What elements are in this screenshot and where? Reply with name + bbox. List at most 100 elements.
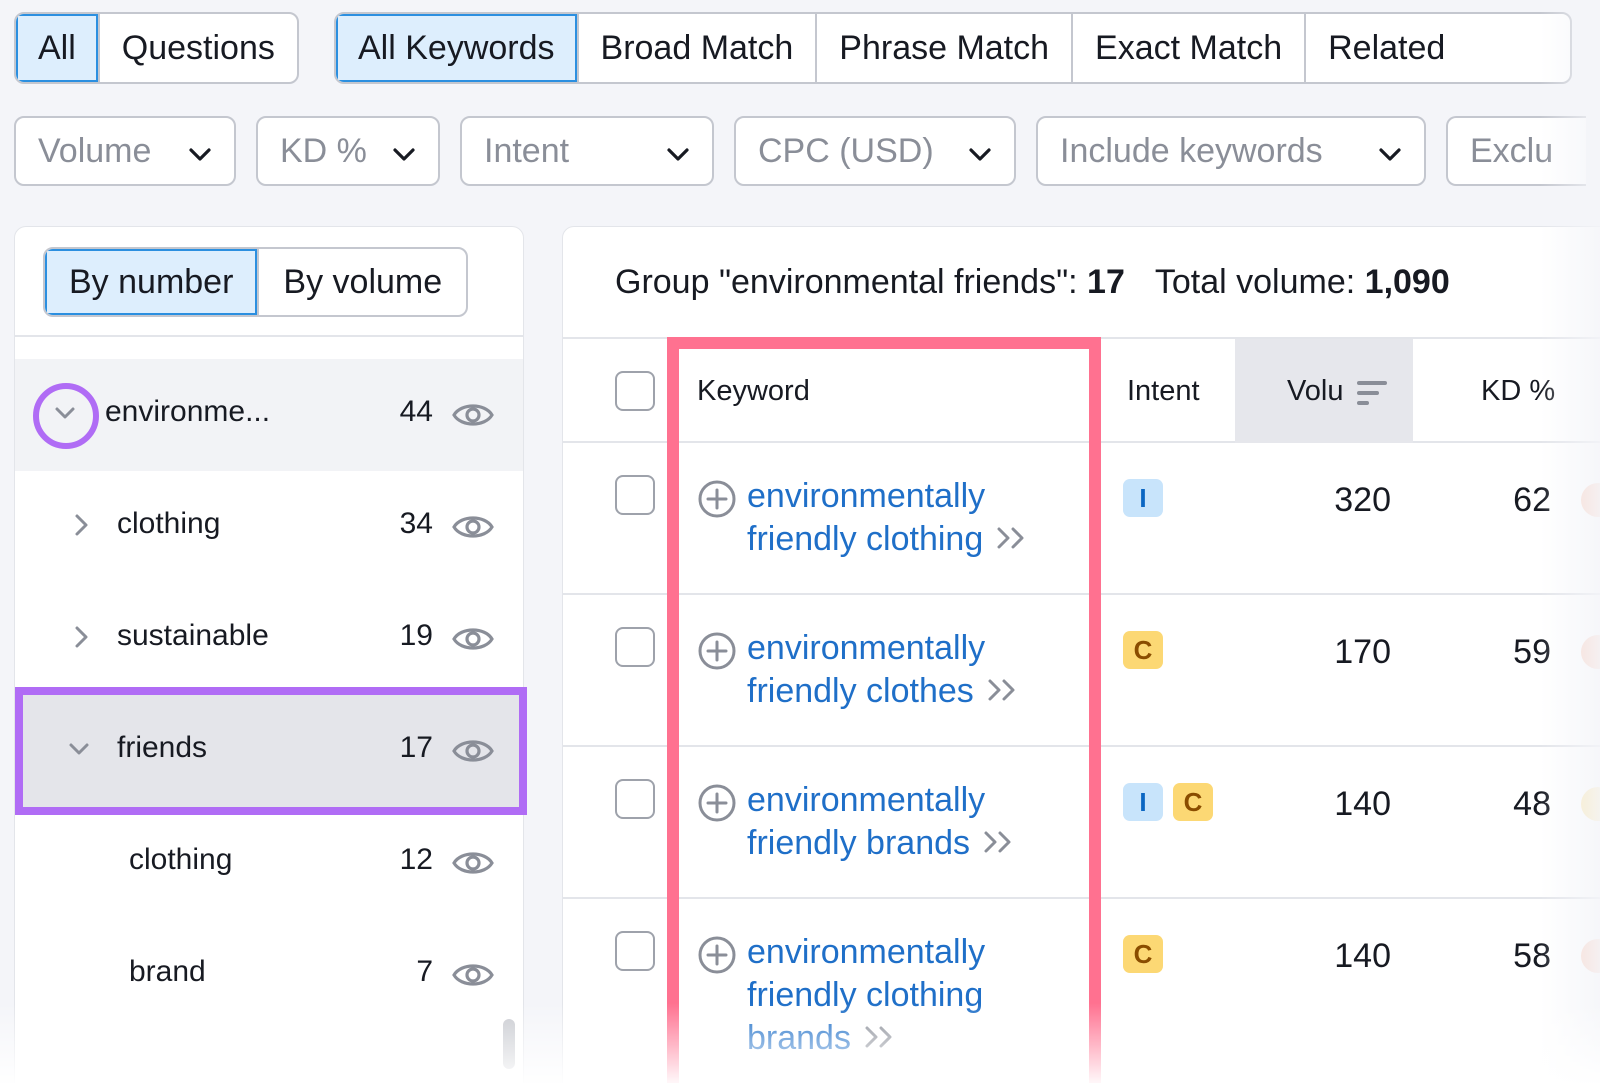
keyword-link[interactable]: environmentally friendly clothing: [747, 475, 1047, 561]
row-checkbox[interactable]: [615, 627, 655, 667]
eye-icon[interactable]: [451, 729, 495, 773]
volume-value: 170: [1334, 633, 1391, 671]
row-checkbox[interactable]: [615, 779, 655, 819]
volume-value: 320: [1334, 481, 1391, 519]
chevron-down-icon: [969, 148, 991, 161]
kd-value: 58: [1513, 937, 1551, 975]
volume-value: 140: [1334, 937, 1391, 975]
keyword-groups-panel: By number By volume environme... 44 clot…: [14, 226, 527, 1083]
intent-badge-commercial: C: [1123, 631, 1163, 669]
tab-phrase-match[interactable]: Phrase Match: [817, 14, 1074, 82]
double-chevron-icon[interactable]: [995, 524, 1029, 552]
eye-icon[interactable]: [451, 841, 495, 885]
tab-all[interactable]: All: [16, 14, 100, 82]
intent-badges: I: [1123, 479, 1163, 517]
group-row-friends-brand[interactable]: brand 7: [15, 919, 523, 1031]
table-row: environmentally friendly clothing I 320 …: [563, 443, 1600, 595]
group-keyword-count: 17: [1087, 263, 1125, 301]
keyword-link[interactable]: environmentally friendly clothing brands: [747, 931, 1047, 1060]
group-count: 17: [399, 731, 433, 764]
intent-filter-label: Intent: [484, 131, 570, 170]
sort-icon[interactable]: [1357, 379, 1389, 407]
eye-icon[interactable]: [451, 505, 495, 549]
include-keywords-filter[interactable]: Include keywords: [1036, 116, 1426, 186]
total-volume-label: Total volume:: [1154, 263, 1356, 301]
exclude-keywords-filter[interactable]: Exclu: [1446, 116, 1586, 186]
eye-icon[interactable]: [451, 953, 495, 997]
group-label: clothing: [117, 507, 221, 540]
keyword-link[interactable]: environmentally friendly brands: [747, 779, 1047, 865]
intent-badge-informational: I: [1123, 479, 1163, 517]
eye-icon[interactable]: [451, 617, 495, 661]
kd-column-header[interactable]: KD %: [1481, 375, 1555, 408]
divider: [15, 335, 523, 337]
table-header: Keyword Intent Volu KD %: [563, 337, 1600, 443]
tab-questions[interactable]: Questions: [100, 14, 297, 82]
group-row-root[interactable]: environme... 44: [15, 359, 523, 471]
kd-difficulty-dot: [1581, 635, 1600, 669]
kd-difficulty-dot: [1581, 939, 1600, 973]
intent-filter[interactable]: Intent: [460, 116, 714, 186]
volume-column-header[interactable]: Volu: [1287, 375, 1343, 408]
group-count: 12: [399, 843, 433, 876]
exclude-keywords-label: Exclu: [1470, 131, 1554, 170]
keyword-text[interactable]: environmentally friendly brands: [747, 781, 985, 862]
plus-circle-icon[interactable]: [697, 935, 737, 975]
group-label: friends: [117, 731, 208, 764]
double-chevron-icon[interactable]: [986, 676, 1020, 704]
intent-badge-commercial: C: [1123, 935, 1163, 973]
group-row-clothing[interactable]: clothing 34: [15, 471, 523, 583]
group-label: brand: [129, 955, 206, 988]
group-sort-toggle: By number By volume: [43, 247, 469, 317]
intent-column-header[interactable]: Intent: [1127, 375, 1200, 408]
tab-related[interactable]: Related: [1306, 14, 1467, 82]
kd-filter[interactable]: KD %: [256, 116, 440, 186]
keyword-table-panel: Group "environmental friends": 17 Total v…: [562, 226, 1600, 1083]
chevron-right-icon[interactable]: [67, 511, 95, 539]
eye-icon[interactable]: [451, 393, 495, 437]
scrollbar-thumb[interactable]: [503, 1019, 515, 1069]
double-chevron-icon[interactable]: [863, 1023, 897, 1051]
kd-value: 48: [1513, 785, 1551, 823]
group-count: 19: [399, 619, 433, 652]
keyword-link[interactable]: environmentally friendly clothes: [747, 627, 1047, 713]
group-row-friends-clothing[interactable]: clothing 12: [15, 807, 523, 919]
kd-value: 59: [1513, 633, 1551, 671]
collapse-highlight-circle: [33, 383, 99, 449]
sort-by-volume[interactable]: By volume: [259, 249, 466, 315]
double-chevron-icon[interactable]: [982, 828, 1016, 856]
chevron-down-icon[interactable]: [65, 735, 93, 763]
plus-circle-icon[interactable]: [697, 479, 737, 519]
keyword-text[interactable]: environmentally friendly clothing: [747, 477, 985, 558]
row-checkbox[interactable]: [615, 931, 655, 971]
group-row-sustainable[interactable]: sustainable 19: [15, 583, 523, 695]
intent-badges: C: [1123, 631, 1163, 669]
group-label: clothing: [129, 843, 233, 876]
sort-by-number[interactable]: By number: [45, 249, 260, 315]
volume-filter[interactable]: Volume: [14, 116, 236, 186]
row-checkbox[interactable]: [615, 475, 655, 515]
match-type-tabs: All Keywords Broad Match Phrase Match Ex…: [334, 12, 1572, 84]
chevron-right-icon[interactable]: [67, 623, 95, 651]
chevron-down-icon: [189, 148, 211, 161]
keyword-text[interactable]: environmentally friendly clothes: [747, 629, 985, 710]
plus-circle-icon[interactable]: [697, 783, 737, 823]
plus-circle-icon[interactable]: [697, 631, 737, 671]
tab-all-keywords[interactable]: All Keywords: [336, 14, 579, 82]
group-label: environme...: [105, 395, 271, 428]
cpc-filter-label: CPC (USD): [758, 131, 934, 170]
chevron-down-icon: [393, 148, 415, 161]
cpc-filter[interactable]: CPC (USD): [734, 116, 1016, 186]
select-all-checkbox[interactable]: [615, 371, 655, 411]
intent-badge-informational: I: [1123, 783, 1163, 821]
kd-filter-label: KD %: [280, 131, 367, 170]
keyword-column-header[interactable]: Keyword: [697, 375, 810, 408]
tab-broad-match[interactable]: Broad Match: [579, 14, 818, 82]
volume-value: 140: [1334, 785, 1391, 823]
intent-badge-commercial: C: [1173, 783, 1213, 821]
table-row: environmentally friendly clothes C 170 5…: [563, 595, 1600, 747]
intent-badges: I C: [1123, 783, 1213, 821]
tab-exact-match[interactable]: Exact Match: [1073, 14, 1307, 82]
group-row-friends[interactable]: friends 17: [15, 695, 523, 807]
chevron-down-icon: [1379, 148, 1401, 161]
